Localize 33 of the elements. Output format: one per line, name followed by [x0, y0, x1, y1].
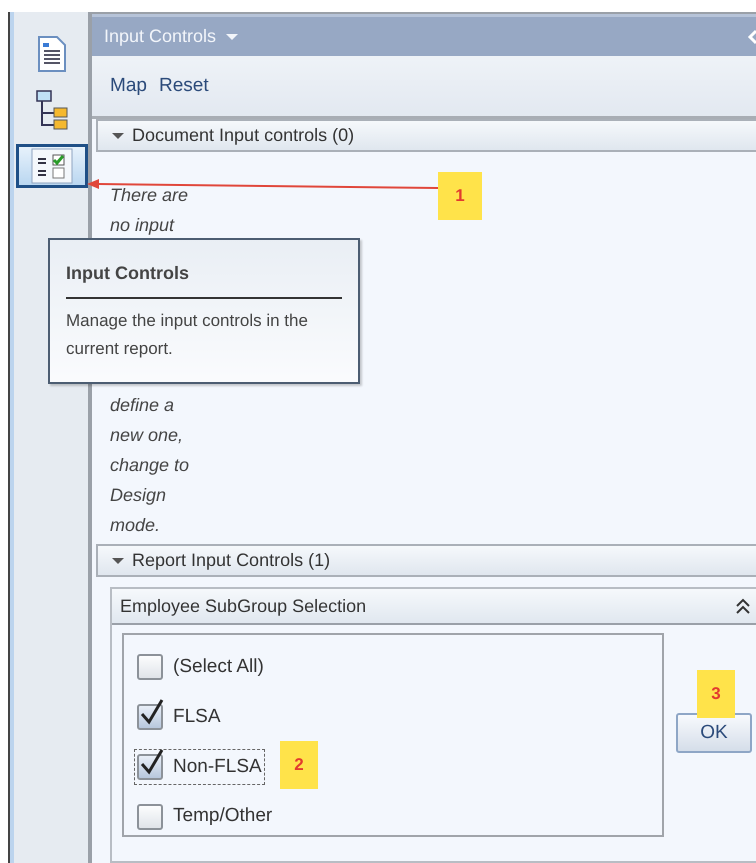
callout-marker: 1 — [438, 172, 482, 220]
document-icon — [35, 35, 69, 73]
tooltip-title: Input Controls — [66, 260, 342, 299]
section-title: Document Input controls (0) — [132, 124, 354, 147]
checkbox-item[interactable]: Non-FLSA — [134, 748, 265, 786]
toolbar-button[interactable]: Reset — [158, 72, 209, 100]
toolbar-button[interactable]: Map — [110, 72, 147, 100]
note-text: change to — [110, 454, 190, 477]
section-title: Report Input Controls (1) — [132, 549, 330, 572]
group-title: Employee SubGroup Selection — [120, 594, 366, 618]
callout-marker: 3 — [697, 670, 735, 718]
ok-button[interactable]: OK — [676, 713, 752, 753]
triangle-icon — [112, 132, 124, 140]
note-text: new one, — [110, 424, 184, 447]
callout-marker: 2 — [280, 741, 318, 789]
checkbox-item[interactable]: (Select All) — [134, 649, 267, 686]
checkbox-item[interactable]: FLSA — [134, 698, 224, 736]
checklist-icon — [31, 148, 73, 184]
collapse-icon — [736, 598, 750, 614]
tooltip-text: Manage the input controls in the current report. — [66, 310, 309, 360]
section-header[interactable]: Document Input controls (0) — [96, 119, 756, 152]
sidebar-button[interactable] — [16, 144, 88, 188]
note-text: define a — [110, 394, 174, 417]
section-header[interactable]: Report Input Controls (1) — [96, 544, 756, 577]
note-text: no input — [110, 214, 174, 237]
triangle-icon — [112, 556, 124, 564]
hierarchy-icon — [35, 89, 69, 131]
note-text: Design — [110, 484, 166, 507]
note-text: There are — [110, 184, 188, 207]
caret-icon — [226, 32, 238, 40]
chevron-icon — [748, 28, 756, 44]
note-text: mode. — [110, 514, 160, 537]
checkbox-item[interactable]: Temp/Other — [134, 798, 276, 835]
